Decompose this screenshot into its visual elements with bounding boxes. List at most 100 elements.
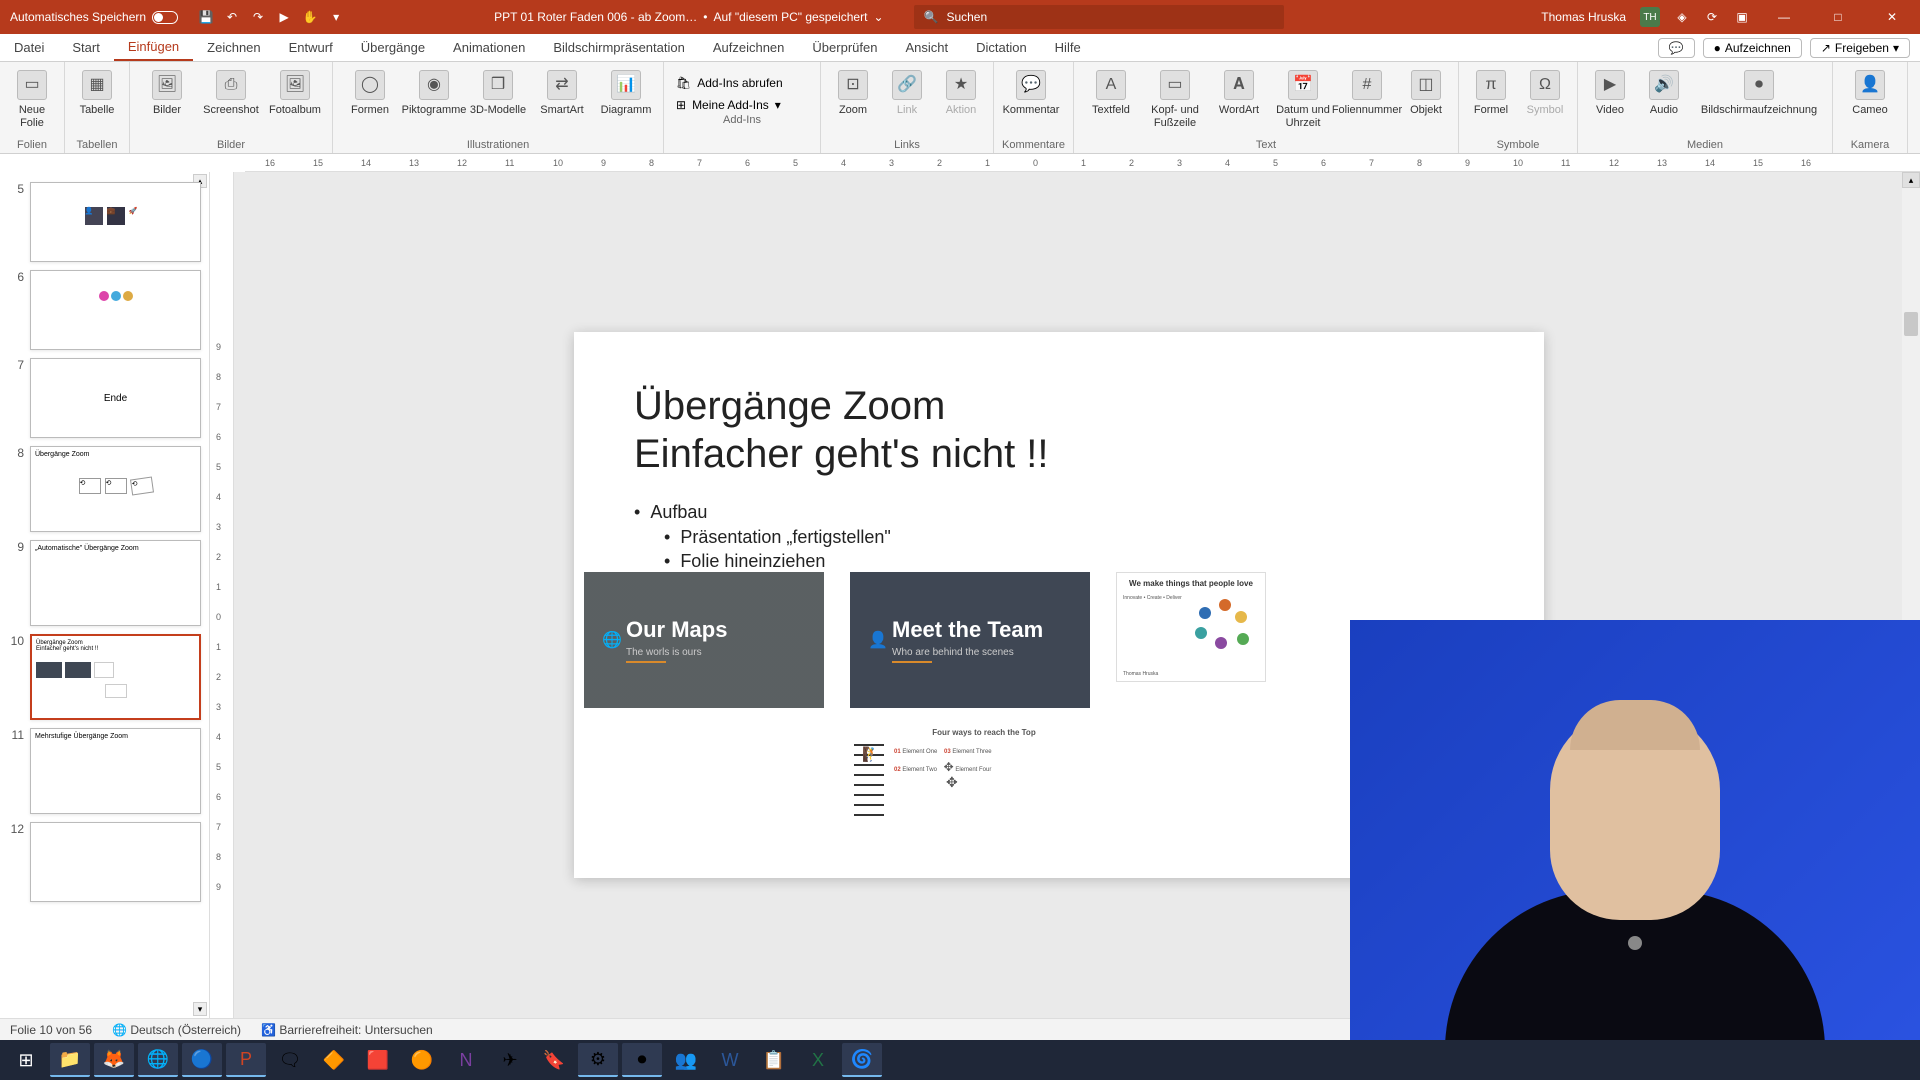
comments-pane-button[interactable]: 💬	[1658, 38, 1695, 58]
card-meet-team[interactable]: 👤 Meet the Team Who are behind the scene…	[850, 572, 1090, 708]
tab-ansicht[interactable]: Ansicht	[891, 34, 962, 61]
accessibility-status[interactable]: ♿ Barrierefreiheit: Untersuchen	[261, 1023, 433, 1037]
tab-zeichnen[interactable]: Zeichnen	[193, 34, 274, 61]
shapes-button[interactable]: ◯Formen	[341, 66, 399, 117]
task-notes[interactable]: 📋	[754, 1043, 794, 1077]
windows-taskbar: ⊞ 📁 🦊 🌐 🔵 P 🗨 🔶 🟥 🟠 N ✈ 🔖 ⚙ ⏺ 👥 W 📋 X 🌀	[0, 1040, 1920, 1080]
task-obs[interactable]: ⚙	[578, 1043, 618, 1077]
start-button[interactable]: ⊞	[6, 1043, 46, 1077]
task-powerpoint[interactable]: P	[226, 1043, 266, 1077]
new-slide-button[interactable]: ▭Neue Folie	[8, 66, 56, 129]
photoalbum-button[interactable]: 🖼Fotoalbum	[266, 66, 324, 117]
tab-dictation[interactable]: Dictation	[962, 34, 1041, 61]
thumb-8[interactable]: Übergänge Zoom⟲⟲⟲	[30, 446, 201, 532]
user-avatar[interactable]: TH	[1640, 7, 1660, 27]
table-button[interactable]: ▦Tabelle	[73, 66, 121, 117]
tab-start[interactable]: Start	[58, 34, 113, 61]
smartart-button[interactable]: ⇄SmartArt	[533, 66, 591, 117]
tab-entwurf[interactable]: Entwurf	[275, 34, 347, 61]
task-app-pink[interactable]: 🔖	[534, 1043, 574, 1077]
tab-hilfe[interactable]: Hilfe	[1041, 34, 1095, 61]
tab-datei[interactable]: Datei	[0, 34, 58, 61]
datetime-button[interactable]: 📅Datum und Uhrzeit	[1274, 66, 1332, 129]
ribbon: ▭Neue Folie Folien ▦Tabelle Tabellen 🖼Bi…	[0, 62, 1920, 154]
task-telegram[interactable]: ✈	[490, 1043, 530, 1077]
task-edge-old[interactable]: 🔵	[182, 1043, 222, 1077]
share-button[interactable]: ↗ Freigeben ▾	[1810, 38, 1910, 58]
cameo-button[interactable]: 👤Cameo	[1841, 66, 1899, 117]
task-vlc[interactable]: 🔶	[314, 1043, 354, 1077]
task-recorder[interactable]: ⏺	[622, 1043, 662, 1077]
get-addins-button[interactable]: 🛍Add-Ins abrufen	[672, 74, 812, 92]
task-app-red[interactable]: 🟥	[358, 1043, 398, 1077]
thumb-9[interactable]: „Automatische" Übergänge Zoom	[30, 540, 201, 626]
language-status[interactable]: 🌐 Deutsch (Österreich)	[112, 1023, 241, 1037]
document-title[interactable]: PPT 01 Roter Faden 006 - ab Zoom… • Auf …	[494, 10, 883, 24]
thumb-11[interactable]: Mehrstufige Übergänge Zoom	[30, 728, 201, 814]
window-icon[interactable]: ▣	[1734, 9, 1750, 25]
maximize-button[interactable]: □	[1818, 0, 1858, 34]
scroll-up-icon[interactable]: ▴	[1902, 172, 1920, 188]
task-excel[interactable]: X	[798, 1043, 838, 1077]
diamond-icon[interactable]: ◈	[1674, 9, 1690, 25]
slide-thumbnails[interactable]: ▴ 5👤💼🚀 6 7Ende 8Übergänge Zoom⟲⟲⟲ 9„Auto…	[0, 172, 210, 1018]
tab-aufzeichnen[interactable]: Aufzeichnen	[699, 34, 799, 61]
card-tiny-right[interactable]: We make things that people love Innovate…	[1116, 572, 1266, 682]
3dmodels-button[interactable]: ❒3D-Modelle	[469, 66, 527, 117]
object-button[interactable]: ◫Objekt	[1402, 66, 1450, 117]
equation-button[interactable]: πFormel	[1467, 66, 1515, 117]
thumb-7[interactable]: Ende	[30, 358, 201, 438]
undo-icon[interactable]: ↶	[224, 9, 240, 25]
card-ladder[interactable]: Four ways to reach the Top 🧗 01 Element …	[844, 724, 1124, 840]
slidenumber-button[interactable]: #Foliennummer	[1338, 66, 1396, 117]
task-onenote[interactable]: N	[446, 1043, 486, 1077]
task-chrome[interactable]: 🌐	[138, 1043, 178, 1077]
save-icon[interactable]: 💾	[198, 9, 214, 25]
audio-button[interactable]: 🔊Audio	[1640, 66, 1688, 117]
task-edge[interactable]: 🌀	[842, 1043, 882, 1077]
task-app-grey[interactable]: 🗨	[270, 1043, 310, 1077]
header-footer-button[interactable]: ▭Kopf- und Fußzeile	[1146, 66, 1204, 129]
thumb-5[interactable]: 👤💼🚀	[30, 182, 201, 262]
task-firefox[interactable]: 🦊	[94, 1043, 134, 1077]
thumb-scroll-down[interactable]: ▾	[193, 1002, 207, 1016]
tab-ueberpruefen[interactable]: Überprüfen	[798, 34, 891, 61]
redo-icon[interactable]: ↷	[250, 9, 266, 25]
thumb-6[interactable]	[30, 270, 201, 350]
slideshow-icon[interactable]: ▶	[276, 9, 292, 25]
qat-more-icon[interactable]: ▾	[328, 9, 344, 25]
minimize-button[interactable]: —	[1764, 0, 1804, 34]
tab-einfuegen[interactable]: Einfügen	[114, 34, 193, 61]
record-button[interactable]: ● Aufzeichnen	[1703, 38, 1802, 58]
tab-uebergaenge[interactable]: Übergänge	[347, 34, 439, 61]
tab-bildschirm[interactable]: Bildschirmpräsentation	[539, 34, 699, 61]
screenshot-button[interactable]: ⎙Screenshot	[202, 66, 260, 117]
chart-button[interactable]: 📊Diagramm	[597, 66, 655, 117]
thumb-10[interactable]: Übergänge ZoomEinfacher geht's nicht !!	[30, 634, 201, 720]
pictures-button[interactable]: 🖼Bilder	[138, 66, 196, 117]
icons-button[interactable]: ◉Piktogramme	[405, 66, 463, 117]
video-button[interactable]: ▶Video	[1586, 66, 1634, 117]
card-our-maps[interactable]: 🌐 Our Maps The worls is ours	[584, 572, 824, 708]
textbox-button[interactable]: ATextfeld	[1082, 66, 1140, 117]
task-teams[interactable]: 👥	[666, 1043, 706, 1077]
thumb-12[interactable]	[30, 822, 201, 902]
comment-button[interactable]: 💬Kommentar	[1002, 66, 1060, 117]
user-name[interactable]: Thomas Hruska	[1541, 10, 1626, 24]
wordart-button[interactable]: 𝐀WordArt	[1210, 66, 1268, 117]
slide-title[interactable]: Übergänge Zoom Einfacher geht's nicht !!	[634, 382, 1484, 478]
zoom-button[interactable]: ⊡Zoom	[829, 66, 877, 117]
task-explorer[interactable]: 📁	[50, 1043, 90, 1077]
search-box[interactable]: 🔍 Suchen	[914, 5, 1284, 29]
scroll-thumb[interactable]	[1904, 312, 1918, 336]
close-button[interactable]: ✕	[1872, 0, 1912, 34]
task-word[interactable]: W	[710, 1043, 750, 1077]
my-addins-button[interactable]: ⊞Meine Add-Ins ▾	[672, 96, 812, 114]
screen-recording-button[interactable]: ⏺Bildschirmaufzeichnung	[1694, 66, 1824, 117]
tab-animationen[interactable]: Animationen	[439, 34, 539, 61]
touch-mode-icon[interactable]: ✋	[302, 9, 318, 25]
sync-icon[interactable]: ⟳	[1704, 9, 1720, 25]
slide-counter[interactable]: Folie 10 von 56	[10, 1023, 92, 1037]
task-app-orange[interactable]: 🟠	[402, 1043, 442, 1077]
autosave-toggle[interactable]: Automatisches Speichern	[0, 10, 188, 24]
